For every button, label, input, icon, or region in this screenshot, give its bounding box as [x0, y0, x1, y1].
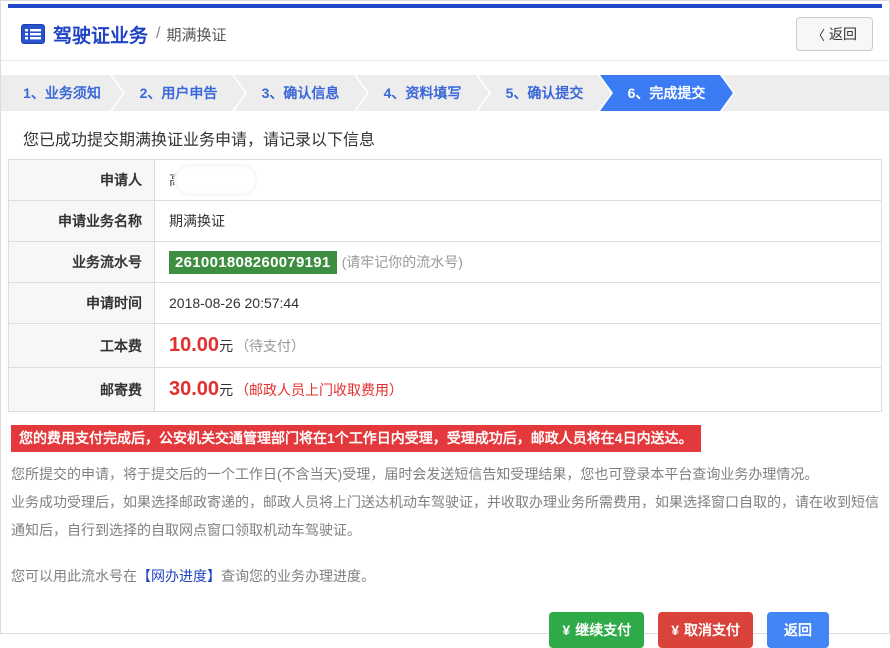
production-fee-unit: 元: [219, 337, 234, 354]
serial-number-badge: 261001808260079191: [169, 250, 337, 274]
page-title: 驾驶证业务: [53, 25, 149, 47]
process-paragraph-2: 业务成功受理后，如果选择邮政寄递的，邮政人员将上门送达机动车驾驶证，并收取办理业…: [11, 494, 879, 538]
progress-note-prefix: 您可以用此流水号在: [11, 568, 137, 584]
step-3-confirm-info: 3、确认信息: [234, 75, 367, 111]
page-card: 驾驶证业务 / 期满换证 〈 返回 1、业务须知 2、用户申告 3、确认信息 4…: [0, 0, 890, 648]
payment-warning-banner: 您的费用支付完成后，公安机关交通管理部门将在1个工作日内受理，受理成功后，邮政人…: [11, 425, 701, 452]
return-button[interactable]: 返回: [767, 612, 829, 648]
application-info-table: 申请人 高 申请业务名称 期满换证 业务流水号 2610018082600791…: [8, 159, 882, 412]
action-button-row: ¥ 继续支付 ¥ 取消支付 返回: [1, 612, 889, 648]
table-row: 申请时间 2018-08-26 20:57:44: [9, 283, 881, 324]
row-value-applicant: 高: [155, 160, 881, 200]
process-paragraph-1: 您所提交的申请，将于提交后的一个工作日(不含当天)受理，届时会发送短信告知受理结…: [11, 466, 819, 482]
table-row: 邮寄费 30.00 元 （邮政人员上门收取费用）: [9, 368, 881, 411]
chevron-left-icon: 〈: [811, 27, 825, 43]
row-label-service-name: 申请业务名称: [9, 201, 155, 241]
continue-payment-button[interactable]: ¥ 继续支付: [549, 612, 645, 648]
return-button-label: 返回: [784, 622, 812, 638]
row-label-apply-time: 申请时间: [9, 283, 155, 323]
production-fee-status: （待支付）: [235, 337, 306, 354]
service-name: 期满换证: [169, 213, 225, 229]
row-label-applicant: 申请人: [9, 160, 155, 200]
row-value-apply-time: 2018-08-26 20:57:44: [155, 283, 881, 323]
row-value-production-fee: 10.00 元 （待支付）: [155, 324, 881, 367]
cancel-payment-label: 取消支付: [684, 622, 740, 638]
row-label-production-fee: 工本费: [9, 324, 155, 367]
step-progress-bar: 1、业务须知 2、用户申告 3、确认信息 4、资料填写 5、确认提交 6、完成提…: [1, 75, 889, 111]
process-description: 您所提交的申请，将于提交后的一个工作日(不含当天)受理，届时会发送短信告知受理结…: [11, 460, 879, 544]
page-header: 驾驶证业务 / 期满换证 〈 返回: [1, 8, 889, 61]
postage-fee-amount: 30.00: [169, 378, 220, 400]
progress-note-suffix: 查询您的业务办理进度。: [221, 568, 375, 584]
step-2-user-declaration: 2、用户申告: [112, 75, 245, 111]
header-back-button[interactable]: 〈 返回: [795, 17, 873, 51]
postage-fee-note: （邮政人员上门收取费用）: [235, 381, 404, 398]
table-row: 业务流水号 261001808260079191 (请牢记你的流水号): [9, 242, 881, 283]
header-back-label: 返回: [829, 26, 857, 42]
step-bar-filler: [722, 75, 889, 111]
serial-number-note: (请牢记你的流水号): [341, 254, 463, 270]
row-value-postage-fee: 30.00 元 （邮政人员上门收取费用）: [155, 368, 881, 411]
breadcrumb-current: 期满换证: [166, 26, 227, 44]
progress-menu-reference: 【网办进度】: [137, 568, 221, 584]
production-fee-amount: 10.00: [169, 334, 220, 356]
cancel-payment-button[interactable]: ¥ 取消支付: [658, 612, 753, 648]
row-label-postage-fee: 邮寄费: [9, 368, 155, 411]
row-value-service-name: 期满换证: [155, 201, 881, 241]
row-value-serial-number: 261001808260079191 (请牢记你的流水号): [155, 242, 881, 282]
row-label-serial-number: 业务流水号: [9, 242, 155, 282]
step-5-confirm-submit: 5、确认提交: [478, 75, 611, 111]
yuan-icon: ¥: [671, 622, 679, 638]
breadcrumb-separator: /: [156, 25, 161, 42]
yuan-icon: ¥: [562, 622, 571, 638]
progress-query-note: 您可以用此流水号在【网办进度】查询您的业务办理进度。: [11, 566, 879, 586]
step-6-complete-submit: 6、完成提交: [600, 75, 733, 111]
table-row: 申请业务名称 期满换证: [9, 201, 881, 242]
list-document-icon: [21, 24, 45, 44]
step-4-fill-materials: 4、资料填写: [356, 75, 489, 111]
success-message: 您已成功提交期满换证业务申请，请记录以下信息: [23, 132, 376, 149]
table-row: 申请人 高: [9, 160, 881, 201]
continue-payment-label: 继续支付: [575, 622, 632, 638]
postage-fee-unit: 元: [219, 381, 234, 398]
step-1-business-notice: 1、业务须知: [1, 75, 123, 111]
name-redaction-blur: [179, 169, 253, 191]
apply-timestamp: 2018-08-26 20:57:44: [169, 295, 299, 311]
table-row: 工本费 10.00 元 （待支付）: [9, 324, 881, 368]
